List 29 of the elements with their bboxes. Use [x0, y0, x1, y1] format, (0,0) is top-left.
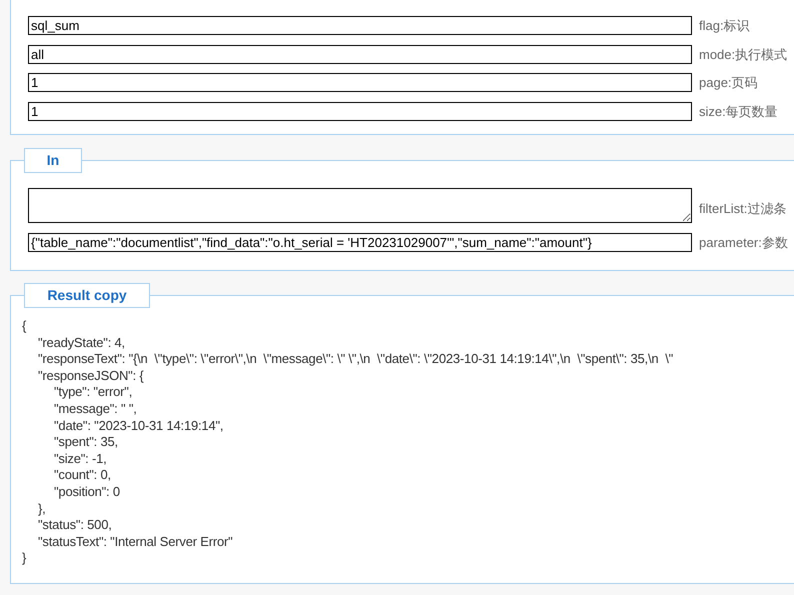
code-line: "type": "error", [53, 384, 134, 401]
text-input-field[interactable]: 1 [28, 102, 692, 121]
text-area-field[interactable] [28, 188, 692, 223]
code-line: "responseText": "{\n \"type\": \"error\",\n \"message\": \" \",\n \"date\": \"2023-10-31 14:19:14\",\n \"spent\": 35,\n \" [37, 351, 674, 368]
field-label: flag:标识 [699, 17, 750, 35]
code-line: "status": 500, [37, 517, 113, 534]
field-label: filterList:过滤条 [699, 200, 786, 218]
code-line: "responseJSON": { [37, 368, 145, 384]
section-legend: Result copy [24, 283, 150, 308]
text-input-field[interactable]: {"table_name":"documentlist","find_data":"o.ht_serial = 'HT20231029007'","sum_name":"amount"} [28, 233, 692, 252]
field-label: page:页码 [699, 74, 758, 92]
text-input-field[interactable]: 1 [28, 73, 692, 92]
text-input-field[interactable]: sql_sum [28, 16, 692, 36]
code-line: } [22, 550, 28, 567]
field-label: mode:执行模式 [699, 46, 788, 64]
code-line: "statusText": "Internal Server Error" [37, 534, 234, 550]
code-line: { [22, 318, 28, 335]
code-line: "date": "2023-10-31 14:19:14", [53, 418, 224, 434]
code-line: "readyState": 4, [37, 334, 126, 352]
code-line: "count": 0, [53, 467, 112, 484]
code-line: "message": " ", [53, 400, 138, 418]
text-input-field[interactable]: all [28, 44, 692, 64]
section-legend: In [24, 148, 82, 173]
code-line: "size": -1, [53, 450, 108, 468]
code-line: "spent": 35, [53, 434, 119, 451]
field-label: parameter:参数 [699, 234, 788, 252]
code-line: "position": 0 [53, 484, 121, 501]
code-line: }, [37, 500, 47, 518]
field-label: size:每页数量 [699, 102, 778, 120]
